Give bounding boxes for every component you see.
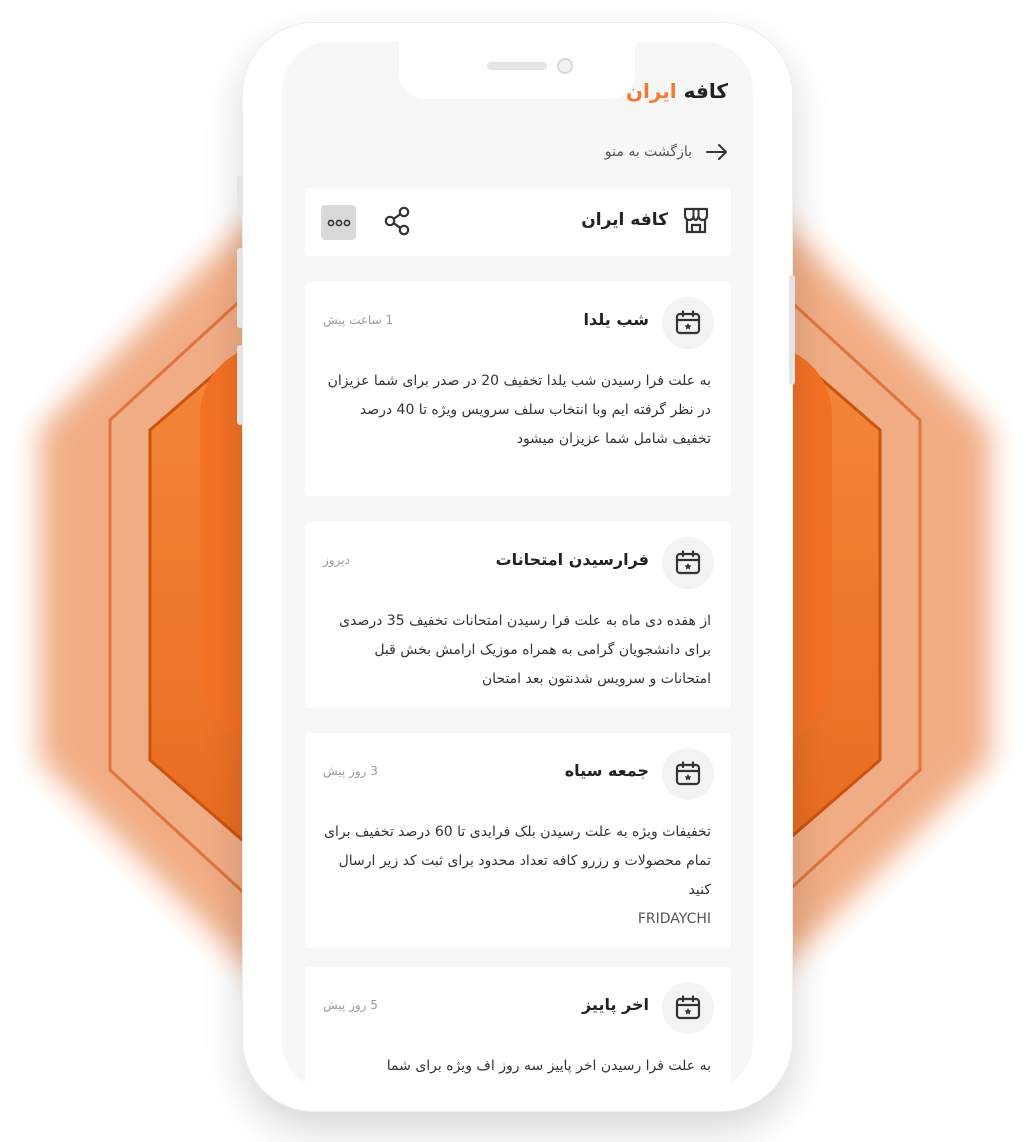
promo-code: FRIDAYCHI [637, 911, 711, 927]
notification-card[interactable]: شب یلدا 1 ساعت پیش به علت فرا رسیدن شب ی… [305, 282, 731, 496]
more-icon [327, 219, 350, 226]
notification-time: 1 ساعت پیش [323, 313, 394, 327]
phone-side-button [237, 176, 243, 216]
back-to-menu-link[interactable]: بازگشت به منو [605, 140, 728, 164]
notification-card[interactable]: اخر پاییز 5 روز پیش به علت فرا رسیدن اخر… [305, 967, 731, 1090]
back-label: بازگشت به منو [604, 144, 692, 160]
notification-time: دیروز [323, 553, 350, 567]
brand-prefix: کافه [683, 79, 728, 103]
front-camera [557, 58, 573, 74]
notification-title: فرارسیدن امتحانات [495, 550, 649, 569]
brand-accent: ایران [625, 79, 677, 103]
notification-body: به علت فرا رسیدن اخر پاییز سه روز اف ویژ… [386, 1058, 711, 1074]
calendar-icon-badge [662, 537, 714, 589]
calendar-icon [675, 761, 701, 786]
speaker-grille [487, 62, 547, 70]
notification-title: جمعه سیاه [564, 761, 649, 780]
calendar-icon [675, 995, 701, 1020]
notification-body: به علت فرا رسیدن شب یلدا تخفیف 20 در صدر… [327, 373, 711, 447]
calendar-icon [675, 310, 701, 335]
calendar-icon-badge [662, 982, 714, 1034]
notification-body: از هفده دی ماه به علت فرا رسیدن امتحانات… [339, 613, 711, 687]
notification-body-wrapper: تخفیفات ویژه به علت رسیدن بلک فرایدی تا … [321, 818, 711, 934]
calendar-icon-badge [662, 748, 714, 800]
notification-title: اخر پاییز [581, 995, 649, 1014]
phone-volume-up-button [237, 248, 243, 328]
notification-time: 5 روز پیش [323, 998, 378, 1012]
notification-title: شب یلدا [583, 310, 649, 329]
phone-notch [399, 42, 635, 99]
phone-volume-down-button [237, 345, 243, 425]
calendar-icon [675, 550, 701, 575]
more-options-button[interactable] [321, 205, 356, 240]
notification-body: تخفیفات ویژه به علت رسیدن بلک فرایدی تا … [324, 824, 711, 898]
phone-power-button [789, 275, 795, 385]
notification-time: 3 روز پیش [323, 764, 378, 778]
shop-header-card: کافه ایران [305, 188, 731, 256]
phone-screen: کافه ایران بازگشت به منو کافه ایران شب ی… [282, 42, 753, 1090]
store-icon [683, 207, 709, 234]
app-brand: کافه ایران [626, 79, 728, 103]
notification-card[interactable]: فرارسیدن امتحانات دیروز از هفده دی ماه ب… [305, 522, 731, 708]
notification-card[interactable]: جمعه سیاه 3 روز پیش تخفیفات ویژه به علت … [305, 733, 731, 948]
calendar-icon-badge [662, 297, 714, 349]
shop-title: کافه ایران [581, 210, 668, 230]
arrow-right-icon [706, 144, 727, 160]
share-icon[interactable] [383, 206, 411, 236]
